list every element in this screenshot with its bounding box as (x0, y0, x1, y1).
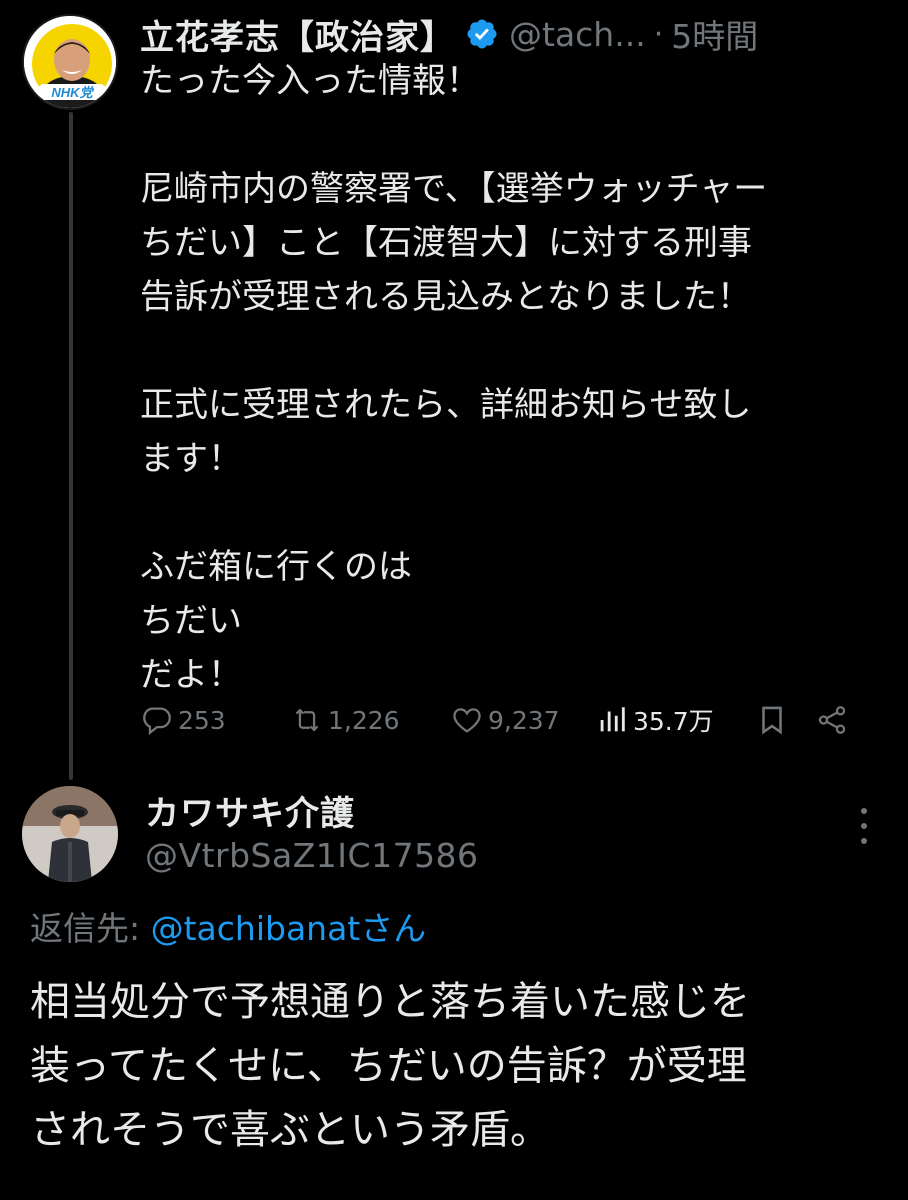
like-button[interactable]: 9,237 (450, 703, 595, 737)
more-options-button[interactable] (852, 808, 876, 844)
tweet-action-bar: 253 1,226 9,237 35.7万 (140, 698, 870, 742)
replying-to-suffix[interactable]: さん (360, 909, 426, 948)
avatar-portrait-image (22, 786, 118, 882)
retweet-count: 1,226 (328, 705, 400, 735)
avatar-badge-text: NHK党 (51, 85, 94, 100)
reply-icon (143, 707, 171, 736)
replying-to-line: 返信先: @tachibanatさん (30, 902, 426, 950)
reply-body: 相当処分で予想通りと落ち着いた感じを 装ってたくせに、ちだいの告訴？が受理 され… (30, 979, 750, 1153)
tweet-paragraph: ふだ箱に行くのは ちだい だよ！ (140, 547, 412, 695)
avatar-portrait-image: NHK党 (24, 16, 116, 108)
tweet-body: たった今入った情報！ 尼崎市内の警察署で、【選挙ウォッチャー ちだい】こと【石渡… (140, 54, 880, 702)
reply-author-handle[interactable]: @VtrbSaZ1IC17586 (145, 836, 479, 875)
author-handle[interactable]: @tach... (509, 15, 646, 54)
tweet-author-avatar[interactable]: NHK党 (22, 14, 118, 110)
verified-badge-icon (465, 17, 499, 51)
bookmark-button[interactable] (755, 703, 815, 737)
tweet-header: 立花孝志【政治家】 @tach... · 5時間 (140, 10, 900, 58)
more-icon (861, 838, 867, 844)
reply-author-avatar[interactable] (22, 786, 118, 882)
like-count: 9,237 (488, 705, 560, 735)
replying-to-mention[interactable]: @tachibanat (151, 909, 361, 948)
tweet-paragraph: 尼崎市内の警察署で、【選挙ウォッチャー ちだい】こと【石渡智大】に対する刑事 告… (140, 169, 768, 317)
author-display-name[interactable]: 立花孝志【政治家】 (140, 10, 455, 59)
reply-author-display-name[interactable]: カワサキ介護 (145, 786, 355, 835)
bookmark-icon (762, 706, 782, 735)
retweet-icon (295, 708, 319, 732)
replying-to-label: 返信先: (30, 909, 151, 948)
share-icon (818, 706, 846, 734)
views-button[interactable]: 35.7万 (595, 702, 755, 738)
tweet-timestamp[interactable]: 5時間 (671, 10, 758, 58)
reply-count: 253 (178, 705, 226, 735)
views-icon (600, 707, 625, 732)
views-count: 35.7万 (633, 707, 714, 736)
retweet-button[interactable]: 1,226 (290, 703, 450, 737)
heart-icon (453, 708, 481, 733)
more-icon (861, 808, 867, 814)
reply-button[interactable]: 253 (140, 703, 290, 737)
tweet-paragraph: 正式に受理されたら、詳細お知らせ致し ます！ (140, 385, 752, 479)
thread-connector-line (69, 112, 73, 780)
share-button[interactable] (815, 703, 855, 737)
header-separator: · (653, 16, 664, 52)
more-icon (861, 823, 867, 829)
tweet-paragraph: たった今入った情報！ (140, 61, 480, 101)
